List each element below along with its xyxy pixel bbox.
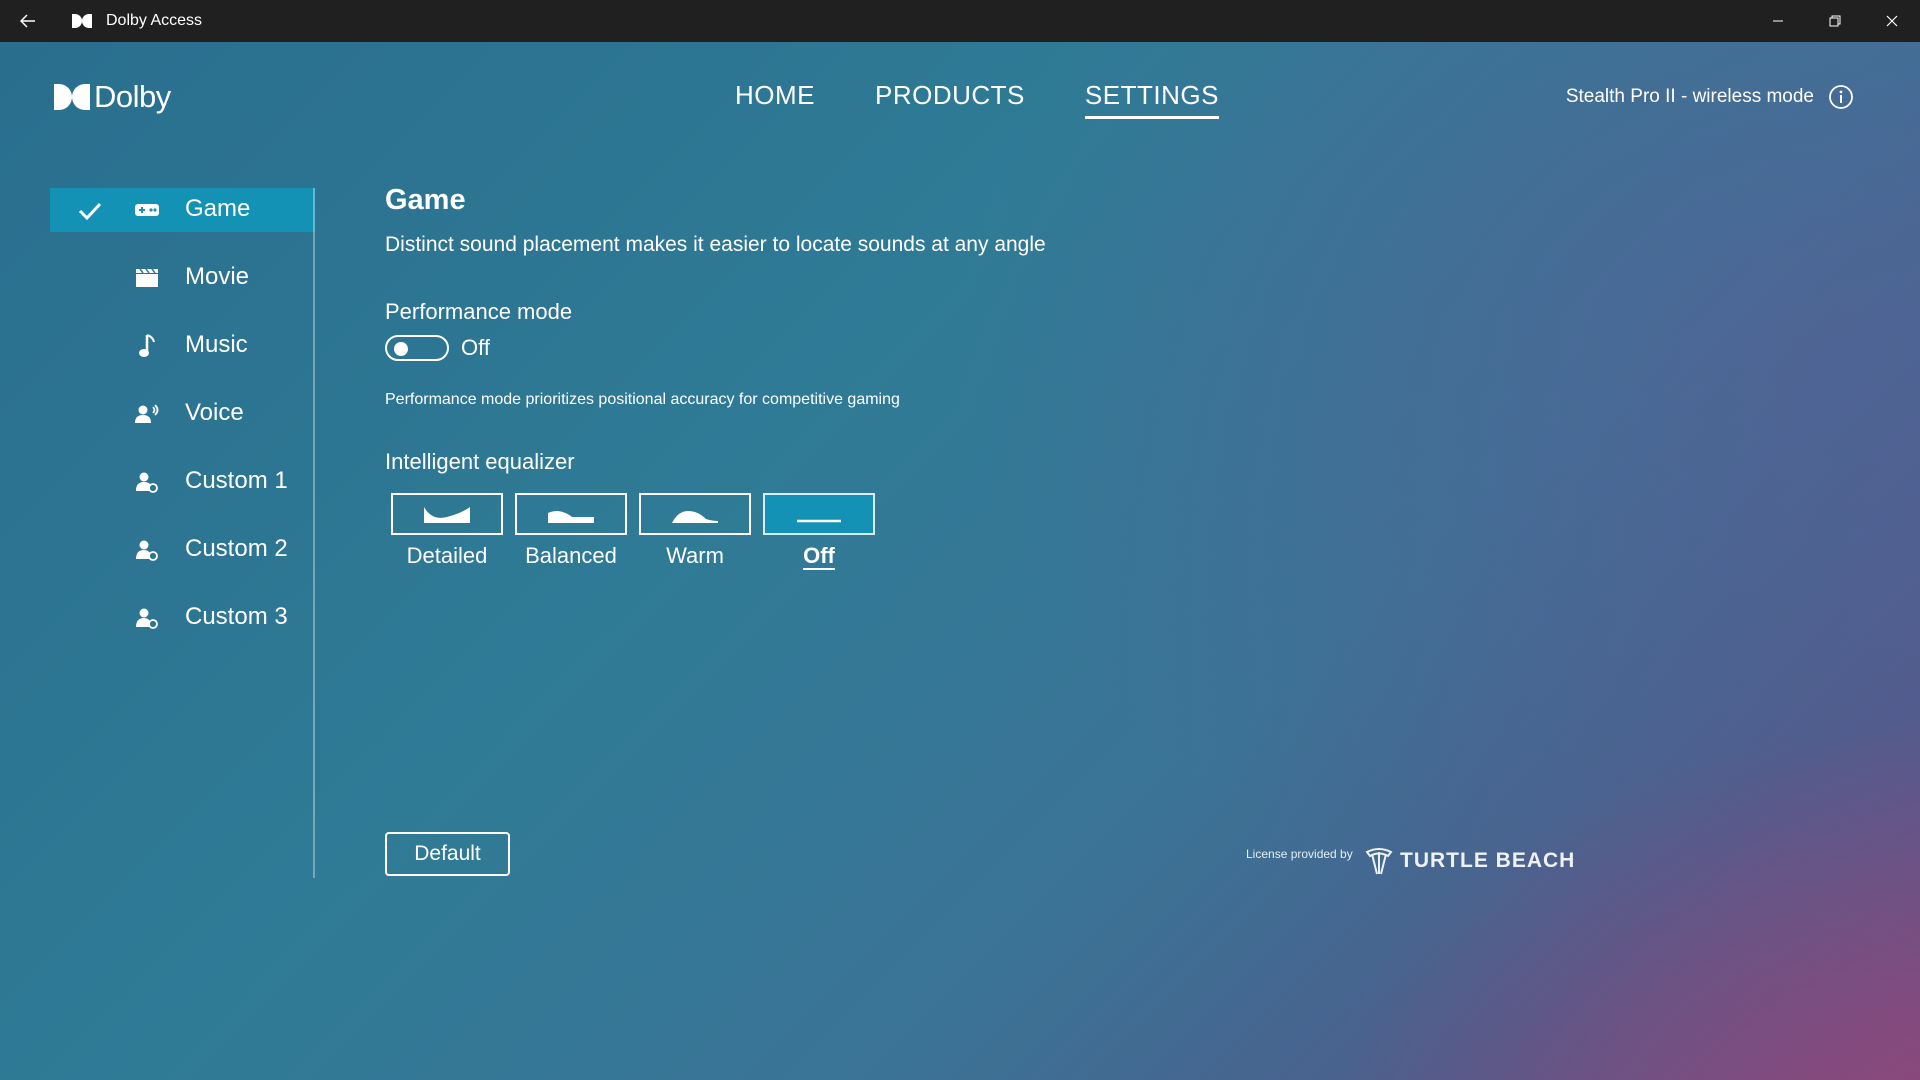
eq-option-off: Off	[763, 493, 875, 569]
window-title: Dolby Access	[106, 12, 203, 29]
turtle-beach-logo: TURTLE BEACH	[1364, 846, 1575, 876]
settings-content: Game Distinct sound placement makes it e…	[385, 184, 1585, 569]
sidebar-item-voice[interactable]: Voice	[50, 392, 315, 436]
title-bar: Dolby Access	[0, 0, 1920, 42]
sidebar-item-label: Music	[185, 331, 248, 358]
dolby-app-icon	[72, 0, 96, 42]
performance-mode-state: Off	[461, 335, 490, 360]
eq-option-label: Off	[803, 543, 835, 568]
eq-detailed-button[interactable]	[391, 493, 503, 535]
eq-off-icon	[797, 519, 841, 523]
nav-home[interactable]: HOME	[735, 80, 815, 119]
sidebar-item-label: Custom 3	[185, 603, 288, 630]
sidebar-divider	[313, 188, 315, 878]
sidebar-item-label: Voice	[185, 399, 244, 426]
minimize-icon[interactable]	[1749, 0, 1806, 42]
dolby-logo: Dolby	[54, 79, 171, 114]
top-nav: HOME PRODUCTS SETTINGS	[735, 80, 1279, 119]
eq-balanced-icon	[548, 511, 594, 523]
profile-sidebar: Game Movie Music Voice Custom 1 Custom 2…	[50, 188, 315, 878]
eq-option-label: Warm	[666, 543, 724, 568]
close-icon[interactable]	[1863, 0, 1920, 42]
profile-description: Distinct sound placement makes it easier…	[385, 233, 1046, 256]
sidebar-item-music[interactable]: Music	[50, 324, 315, 368]
toggle-knob	[394, 342, 408, 356]
eq-detailed-icon	[424, 507, 470, 523]
performance-mode-toggle[interactable]	[385, 335, 449, 361]
custom-user-icon	[134, 538, 160, 562]
eq-option-detailed: Detailed	[391, 493, 503, 569]
sidebar-item-custom-3[interactable]: Custom 3	[50, 596, 315, 640]
eq-balanced-button[interactable]	[515, 493, 627, 535]
performance-mode-note: Performance mode prioritizes positional …	[385, 391, 900, 408]
dolby-logo-icon	[54, 84, 90, 110]
clapperboard-icon	[134, 266, 160, 290]
default-button[interactable]: Default	[385, 832, 510, 876]
sidebar-item-label: Custom 2	[185, 535, 288, 562]
custom-user-icon	[134, 606, 160, 630]
equalizer-options: Detailed Balanced Warm Off	[391, 493, 1585, 569]
sidebar-item-custom-1[interactable]: Custom 1	[50, 460, 315, 504]
app-main: Dolby HOME PRODUCTS SETTINGS Stealth Pro…	[0, 42, 1920, 1080]
device-name: Stealth Pro II - wireless mode	[1565, 86, 1814, 107]
music-note-icon	[134, 334, 160, 358]
eq-option-label: Detailed	[406, 543, 488, 568]
sidebar-item-label: Game	[185, 195, 251, 222]
info-icon[interactable]	[1828, 84, 1854, 110]
back-arrow-icon[interactable]	[0, 0, 56, 42]
nav-settings[interactable]: SETTINGS	[1084, 80, 1219, 119]
gamepad-icon	[134, 198, 160, 222]
turtle-beach-palm-icon	[1365, 848, 1393, 875]
nav-products[interactable]: PRODUCTS	[875, 80, 1025, 119]
custom-user-icon	[134, 470, 160, 494]
sidebar-item-game[interactable]: Game	[50, 188, 315, 232]
restore-icon[interactable]	[1806, 0, 1863, 42]
voice-user-icon	[134, 402, 160, 426]
logo-text: Dolby	[94, 79, 171, 114]
eq-warm-icon	[672, 511, 718, 523]
eq-option-label: Balanced	[525, 543, 617, 568]
eq-warm-button[interactable]	[639, 493, 751, 535]
sidebar-item-label: Custom 1	[185, 467, 288, 494]
sidebar-item-movie[interactable]: Movie	[50, 256, 315, 300]
license-text: License provided by	[1246, 847, 1353, 861]
sidebar-item-custom-2[interactable]: Custom 2	[50, 528, 315, 572]
checkmark-icon	[78, 200, 102, 221]
page-title: Game	[385, 184, 466, 216]
eq-option-balanced: Balanced	[515, 493, 627, 569]
performance-mode-label: Performance mode	[385, 299, 573, 324]
eq-off-button[interactable]	[763, 493, 875, 535]
eq-option-warm: Warm	[639, 493, 751, 569]
intelligent-equalizer-label: Intelligent equalizer	[385, 449, 575, 474]
turtle-beach-brand: TURTLE BEACH	[1400, 849, 1576, 872]
sidebar-item-label: Movie	[185, 263, 250, 290]
